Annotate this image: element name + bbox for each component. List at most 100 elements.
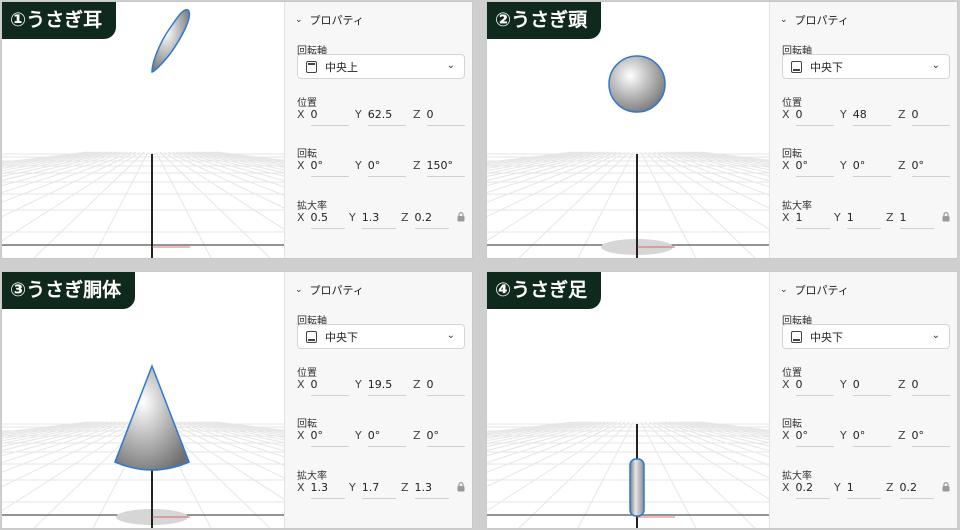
rotation-x-field[interactable]: X 0° <box>297 159 349 179</box>
position-z-input[interactable]: 0 <box>911 108 950 126</box>
position-x-field[interactable]: X 0 <box>782 378 834 398</box>
pivot-select[interactable]: 中央下 ⌄ <box>297 324 465 349</box>
axis-x-label: X <box>782 429 790 442</box>
scale-y-input[interactable]: 1 <box>846 481 881 499</box>
scale-z-input[interactable]: 0.2 <box>899 481 934 499</box>
rotation-z-input[interactable]: 0° <box>911 429 950 447</box>
position-y-input[interactable]: 19.5 <box>367 378 406 396</box>
scale-z-input[interactable]: 1 <box>899 211 934 229</box>
position-x-input[interactable]: 0 <box>795 378 834 396</box>
rotation-z-field[interactable]: Z 0° <box>898 159 950 179</box>
rotation-x-field[interactable]: X 0° <box>782 159 834 179</box>
scale-x-input[interactable]: 1 <box>795 211 830 229</box>
scale-x-field[interactable]: X 1.3 <box>297 481 345 501</box>
scale-y-field[interactable]: Y 1 <box>834 211 881 231</box>
lock-icon[interactable] <box>457 212 465 222</box>
position-x-input[interactable]: 0 <box>310 108 349 126</box>
properties-header[interactable]: ⌄ プロパティ <box>780 12 849 28</box>
scale-y-field[interactable]: Y 1.3 <box>349 211 396 231</box>
position-z-input[interactable]: 0 <box>426 378 465 396</box>
rotation-z-field[interactable]: Z 150° <box>413 159 465 179</box>
3d-viewport[interactable]: ①うさぎ耳 <box>2 2 284 259</box>
pivot-select[interactable]: 中央上 ⌄ <box>297 54 465 79</box>
scene-canvas[interactable] <box>2 2 284 259</box>
rotation-x-input[interactable]: 0° <box>310 429 349 447</box>
position-y-field[interactable]: Y 62.5 <box>355 108 406 128</box>
rotation-x-input[interactable]: 0° <box>310 159 349 177</box>
position-x-field[interactable]: X 0 <box>782 108 834 128</box>
floor-grid <box>2 151 284 258</box>
pivot-select[interactable]: 中央下 ⌄ <box>782 324 950 349</box>
scale-y-input[interactable]: 1 <box>846 211 881 229</box>
rabbit-head-sphere[interactable] <box>608 55 666 113</box>
lock-icon[interactable] <box>457 482 465 492</box>
rotation-y-field[interactable]: Y 0° <box>355 159 406 179</box>
chevron-down-icon: ⌄ <box>295 285 303 295</box>
rotation-y-input[interactable]: 0° <box>852 159 891 177</box>
scene-canvas[interactable] <box>487 2 769 259</box>
position-y-input[interactable]: 48 <box>852 108 891 126</box>
scale-x-field[interactable]: X 0.2 <box>782 481 830 501</box>
position-y-field[interactable]: Y 48 <box>840 108 891 128</box>
scale-y-input[interactable]: 1.3 <box>361 211 396 229</box>
scale-x-input[interactable]: 1.3 <box>310 481 345 499</box>
scale-y-input[interactable]: 1.7 <box>361 481 396 499</box>
lock-icon[interactable] <box>942 482 950 492</box>
rotation-y-field[interactable]: Y 0° <box>355 429 406 449</box>
position-y-field[interactable]: Y 0 <box>840 378 891 398</box>
scale-z-field[interactable]: Z 1 <box>886 211 934 231</box>
pivot-select[interactable]: 中央下 ⌄ <box>782 54 950 79</box>
scale-z-field[interactable]: Z 0.2 <box>886 481 934 501</box>
rotation-z-field[interactable]: Z 0° <box>413 429 465 449</box>
rotation-z-field[interactable]: Z 0° <box>898 429 950 449</box>
position-x-field[interactable]: X 0 <box>297 108 349 128</box>
scene-canvas[interactable] <box>2 272 284 529</box>
3d-viewport[interactable]: ④うさぎ足 <box>487 272 769 529</box>
position-x-input[interactable]: 0 <box>310 378 349 396</box>
rotation-x-input[interactable]: 0° <box>795 159 834 177</box>
rotation-x-input[interactable]: 0° <box>795 429 834 447</box>
rotation-y-input[interactable]: 0° <box>367 429 406 447</box>
scale-y-field[interactable]: Y 1 <box>834 481 881 501</box>
position-y-input[interactable]: 0 <box>852 378 891 396</box>
rotation-z-input[interactable]: 150° <box>426 159 465 177</box>
3d-viewport[interactable]: ②うさぎ頭 <box>487 2 769 259</box>
scale-z-field[interactable]: Z 0.2 <box>401 211 449 231</box>
position-y-field[interactable]: Y 19.5 <box>355 378 406 398</box>
position-x-input[interactable]: 0 <box>795 108 834 126</box>
rotation-y-input[interactable]: 0° <box>852 429 891 447</box>
rabbit-ear-shape[interactable] <box>151 9 191 73</box>
3d-viewport[interactable]: ③うさぎ胴体 <box>2 272 284 529</box>
position-z-input[interactable]: 0 <box>426 108 465 126</box>
position-x-field[interactable]: X 0 <box>297 378 349 398</box>
scale-x-field[interactable]: X 1 <box>782 211 830 231</box>
rotation-y-input[interactable]: 0° <box>367 159 406 177</box>
scale-z-input[interactable]: 0.2 <box>414 211 449 229</box>
properties-header[interactable]: ⌄ プロパティ <box>295 282 364 298</box>
scale-y-field[interactable]: Y 1.7 <box>349 481 396 501</box>
rotation-x-field[interactable]: X 0° <box>782 429 834 449</box>
rotation-y-field[interactable]: Y 0° <box>840 429 891 449</box>
properties-header[interactable]: ⌄ プロパティ <box>295 12 364 28</box>
rotation-y-field[interactable]: Y 0° <box>840 159 891 179</box>
position-z-field[interactable]: Z 0 <box>898 378 950 398</box>
scale-x-field[interactable]: X 0.5 <box>297 211 345 231</box>
properties-panel: ⌄ プロパティ 回転軸 中央下 ⌄ 位置 X 0 Y 48 Z 0 回転 X 0… <box>769 2 957 258</box>
scale-x-input[interactable]: 0.5 <box>310 211 345 229</box>
rotation-z-input[interactable]: 0° <box>426 429 465 447</box>
scale-z-input[interactable]: 1.3 <box>414 481 449 499</box>
rotation-z-input[interactable]: 0° <box>911 159 950 177</box>
properties-header[interactable]: ⌄ プロパティ <box>780 282 849 298</box>
rabbit-leg-cylinder[interactable] <box>629 458 645 517</box>
position-z-input[interactable]: 0 <box>911 378 950 396</box>
lock-icon[interactable] <box>942 212 950 222</box>
position-z-field[interactable]: Z 0 <box>413 108 465 128</box>
scale-z-field[interactable]: Z 1.3 <box>401 481 449 501</box>
scene-canvas[interactable] <box>487 272 769 529</box>
position-z-field[interactable]: Z 0 <box>413 378 465 398</box>
position-z-field[interactable]: Z 0 <box>898 108 950 128</box>
position-y-input[interactable]: 62.5 <box>367 108 406 126</box>
scale-x-input[interactable]: 0.2 <box>795 481 830 499</box>
rabbit-body-cone[interactable] <box>114 363 190 471</box>
rotation-x-field[interactable]: X 0° <box>297 429 349 449</box>
